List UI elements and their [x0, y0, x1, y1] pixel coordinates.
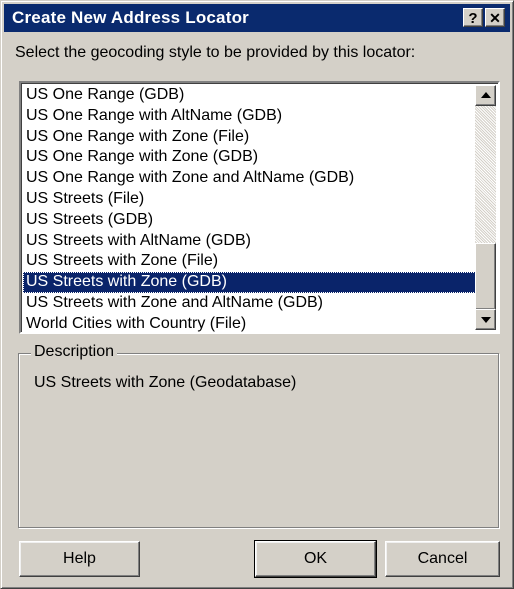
- list-item[interactable]: US One Range with Zone (File): [23, 127, 478, 148]
- list-item[interactable]: US Streets with Zone (GDB): [23, 272, 478, 293]
- ok-button[interactable]: OK: [254, 540, 377, 578]
- cancel-button[interactable]: Cancel: [385, 541, 500, 577]
- list-item[interactable]: US Streets (File): [23, 189, 478, 210]
- arrow-down-icon: [481, 317, 491, 323]
- list-items: US One Range (GDB) US One Range with AltN…: [23, 85, 478, 332]
- close-button[interactable]: ✕: [485, 8, 505, 27]
- list-item[interactable]: US Streets with Zone and AltName (GDB): [23, 293, 478, 314]
- context-help-button[interactable]: ?: [463, 8, 483, 27]
- scroll-down-button[interactable]: [475, 309, 496, 330]
- window-title: Create New Address Locator: [12, 8, 249, 27]
- list-item[interactable]: US One Range with Zone (GDB): [23, 147, 478, 168]
- description-text: US Streets with Zone (Geodatabase): [34, 374, 297, 391]
- list-item[interactable]: US Streets (GDB): [23, 210, 478, 231]
- geocoding-style-list[interactable]: US One Range (GDB) US One Range with AltN…: [19, 81, 500, 334]
- list-item[interactable]: US Streets with AltName (GDB): [23, 231, 478, 252]
- arrow-up-icon: [481, 92, 491, 98]
- scroll-thumb[interactable]: [475, 243, 496, 310]
- description-group: Description US Streets with Zone (Geodat…: [18, 343, 499, 528]
- scroll-up-button[interactable]: [475, 85, 496, 106]
- list-item[interactable]: US Streets with Zone (File): [23, 251, 478, 272]
- create-address-locator-dialog: Create New Address Locator ? ✕ Select th…: [0, 0, 514, 589]
- list-item[interactable]: US One Range (GDB): [23, 85, 478, 106]
- vertical-scrollbar[interactable]: [475, 85, 496, 330]
- description-label: Description: [31, 343, 118, 361]
- list-item[interactable]: US One Range with Zone and AltName (GDB): [23, 168, 478, 189]
- prompt-label: Select the geocoding style to be provide…: [15, 44, 416, 61]
- title-bar[interactable]: Create New Address Locator ? ✕: [4, 4, 510, 32]
- list-item[interactable]: World Cities with Country (File): [23, 314, 478, 332]
- list-item[interactable]: US One Range with AltName (GDB): [23, 106, 478, 127]
- help-button[interactable]: Help: [19, 541, 140, 577]
